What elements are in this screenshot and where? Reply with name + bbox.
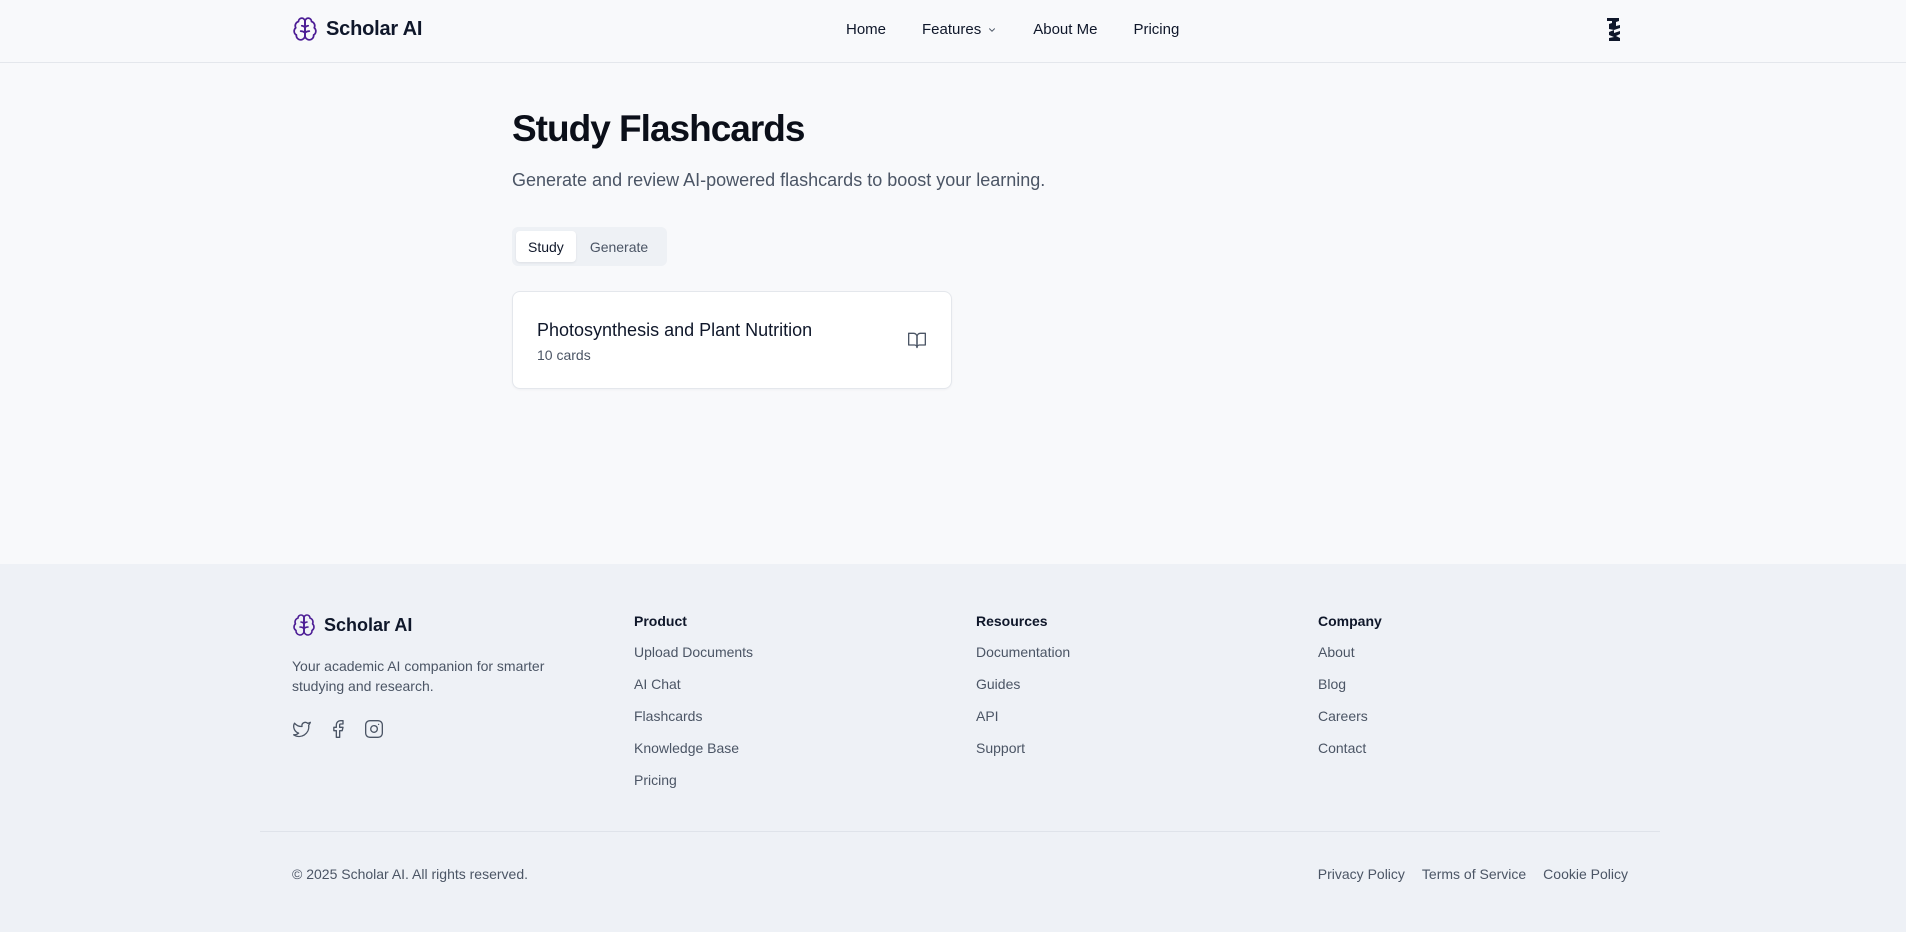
brand-logo-link[interactable]: Scholar AI — [292, 16, 422, 42]
facebook-icon[interactable] — [328, 719, 348, 739]
footer-link-ai-chat[interactable]: AI Chat — [634, 675, 753, 707]
mode-tabs: Study Generate — [512, 227, 667, 266]
copyright-text: © 2025 Scholar AI. All rights reserved. — [292, 866, 528, 882]
book-open-icon — [908, 332, 926, 349]
deck-title: Photosynthesis and Plant Nutrition — [537, 320, 813, 340]
main-nav: Home Features About Me Pricing — [846, 21, 1179, 38]
tab-study[interactable]: Study — [516, 231, 576, 262]
top-navbar: Scholar AI Home Features About Me Pricin… — [0, 0, 1906, 63]
instagram-icon[interactable] — [364, 719, 384, 739]
footer-link-guides[interactable]: Guides — [976, 675, 1070, 707]
footer-col-company: Company About Blog Careers Contact — [1318, 613, 1382, 771]
nav-about[interactable]: About Me — [1033, 21, 1097, 38]
site-footer: Scholar AI Your academic AI companion fo… — [0, 564, 1906, 932]
footer-link-pricing[interactable]: Pricing — [634, 771, 753, 803]
footer-col-resources: Resources Documentation Guides API Suppo… — [976, 613, 1070, 771]
footer-link-knowledge-base[interactable]: Knowledge Base — [634, 739, 753, 771]
tab-generate[interactable]: Generate — [578, 231, 660, 262]
brain-icon — [293, 614, 315, 636]
chevron-down-icon — [989, 27, 996, 32]
brand-name: Scholar AI — [326, 17, 423, 40]
footer-heading-resources: Resources — [976, 613, 1048, 629]
footer-link-flashcards[interactable]: Flashcards — [634, 707, 753, 739]
footer-link-support[interactable]: Support — [976, 739, 1070, 771]
page-title: Study Flashcards — [512, 108, 805, 149]
footer-link-documentation[interactable]: Documentation — [976, 643, 1070, 675]
page-subtitle: Generate and review AI-powered flashcard… — [512, 170, 1046, 190]
footer-link-blog[interactable]: Blog — [1318, 675, 1382, 707]
footer-link-about[interactable]: About — [1318, 643, 1382, 675]
footer-divider — [260, 831, 1660, 832]
terms-of-service-link[interactable]: Terms of Service — [1422, 866, 1526, 882]
nav-home[interactable]: Home — [846, 21, 886, 38]
nav-pricing[interactable]: Pricing — [1133, 21, 1179, 38]
footer-brand-name: Scholar AI — [324, 614, 413, 635]
brain-icon — [293, 17, 317, 41]
twitter-icon[interactable] — [292, 719, 312, 739]
social-links — [292, 719, 384, 739]
cookie-policy-link[interactable]: Cookie Policy — [1543, 866, 1628, 882]
footer-heading-company: Company — [1318, 613, 1382, 629]
privacy-policy-link[interactable]: Privacy Policy — [1318, 866, 1405, 882]
footer-brand[interactable]: Scholar AI — [292, 613, 412, 637]
footer-link-contact[interactable]: Contact — [1318, 739, 1382, 771]
footer-description: Your academic AI companion for smarter s… — [292, 658, 545, 694]
legal-links: Privacy Policy Terms of Service Cookie P… — [1318, 866, 1628, 882]
nav-features-label: Features — [922, 21, 982, 38]
nav-features[interactable]: Features — [922, 21, 997, 38]
deck-card-count: 10 cards — [537, 347, 591, 363]
flashcard-deck-card[interactable]: Photosynthesis and Plant Nutrition 10 ca… — [512, 291, 952, 389]
footer-heading-product: Product — [634, 613, 687, 629]
footer-link-upload-documents[interactable]: Upload Documents — [634, 643, 753, 675]
footer-link-careers[interactable]: Careers — [1318, 707, 1382, 739]
footer-link-api[interactable]: API — [976, 707, 1070, 739]
user-avatar-icon[interactable] — [1601, 15, 1625, 47]
footer-col-product: Product Upload Documents AI Chat Flashca… — [634, 613, 753, 803]
